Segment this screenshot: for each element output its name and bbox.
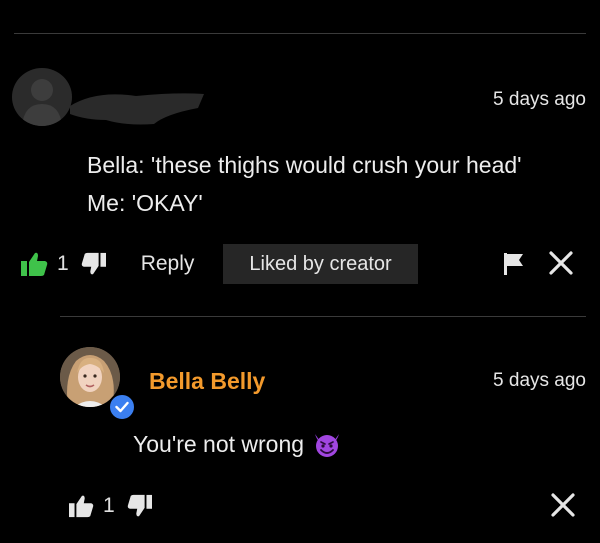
comment-like-count: 1 [57,252,69,275]
reply-button[interactable]: Reply [141,252,195,276]
thumbs-down-icon[interactable] [81,252,107,276]
commenter-avatar[interactable] [12,68,72,126]
reply-actions: 1 [68,488,153,524]
reply-text: You're not wrong [133,430,305,457]
close-icon[interactable] [548,250,574,276]
thumbs-up-icon[interactable] [20,251,48,277]
comment-actions: 1 Reply Liked by creator [20,244,418,284]
top-divider [14,33,586,34]
smiling-devil-emoji-icon [312,430,342,458]
comment-body: Bella: 'these thighs would crush your he… [87,146,522,222]
redacted-username [70,93,204,125]
verified-check-icon [108,393,136,421]
close-icon[interactable] [550,492,576,518]
liked-by-creator-badge: Liked by creator [223,244,418,284]
flag-icon[interactable] [503,252,525,276]
comment-line: Bella: 'these thighs would crush your he… [87,152,522,178]
reply-like-count: 1 [103,494,115,517]
comment-line: Me: 'OKAY' [87,190,203,216]
reply-timestamp: 5 days ago [493,370,586,391]
reply-divider [60,316,586,317]
thumbs-down-icon[interactable] [127,494,153,518]
reply-author-name[interactable]: Bella Belly [149,368,265,395]
comment-timestamp: 5 days ago [493,89,586,110]
thumbs-up-icon[interactable] [68,494,94,518]
reply-body: You're not wrong [133,430,342,458]
